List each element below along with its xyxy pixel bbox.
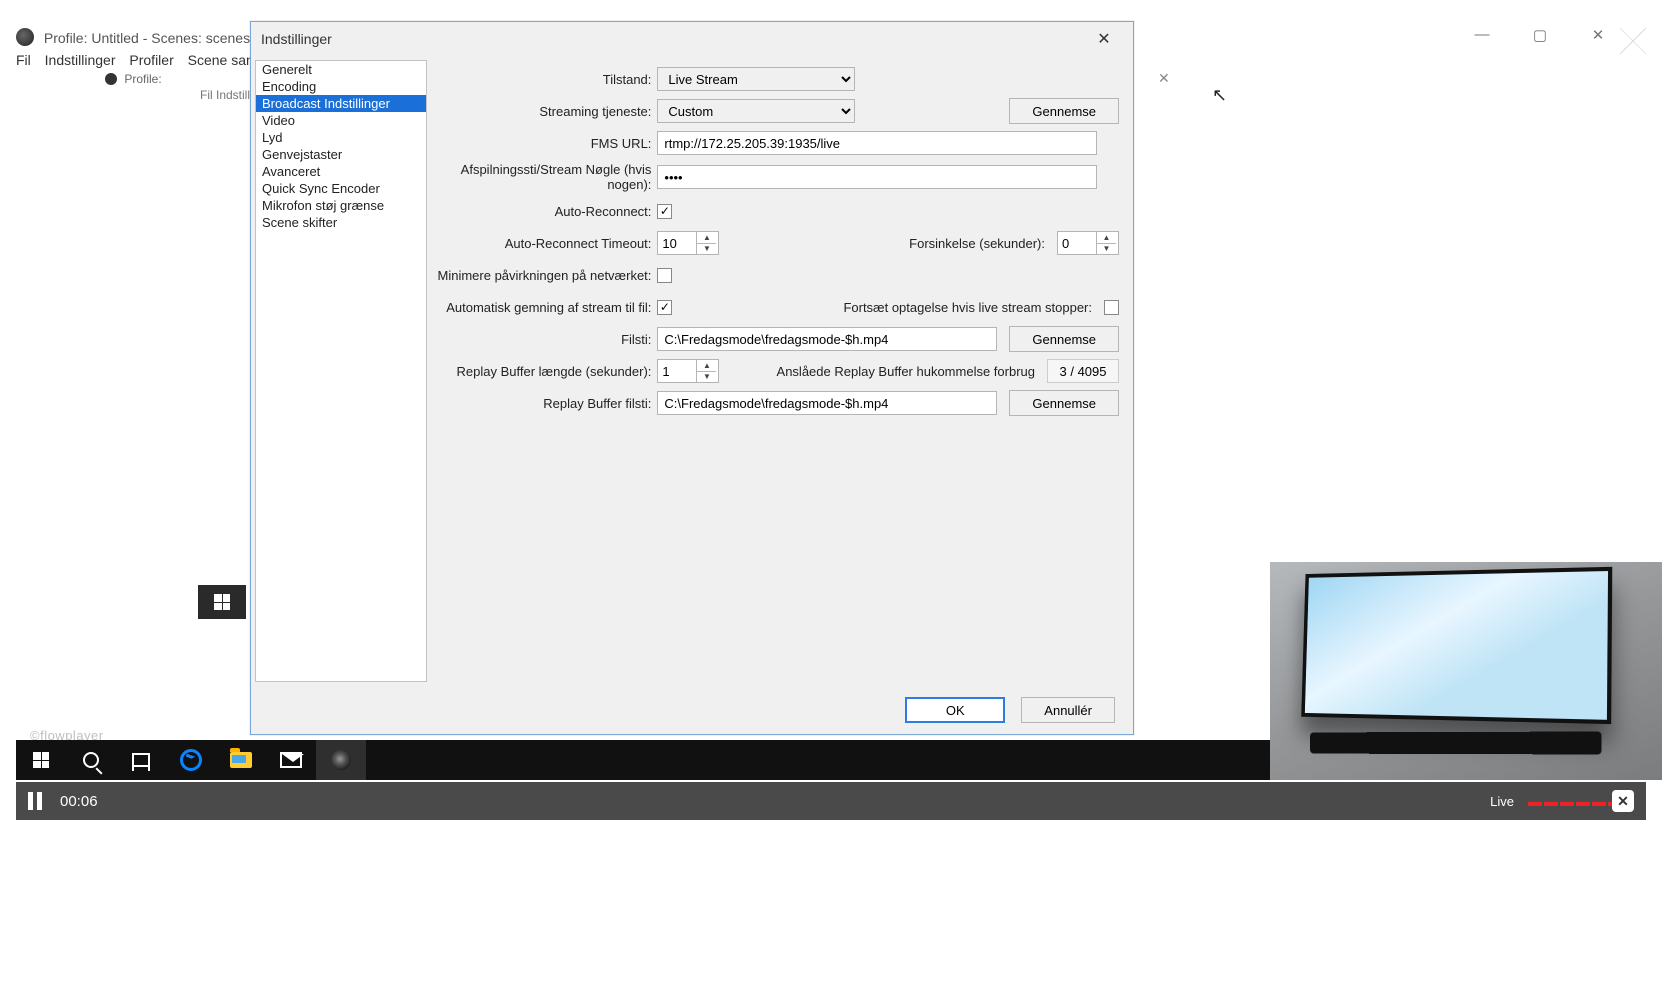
label-service: Streaming tjeneste: [437, 104, 657, 119]
stepper-down-icon[interactable]: ▼ [1097, 244, 1116, 255]
taskbar-edge-button[interactable] [166, 740, 216, 780]
dialog-footer: OK Annullér [251, 686, 1133, 734]
sidebar-item-mikrofon[interactable]: Mikrofon støj grænse [256, 197, 426, 214]
auto-timeout-stepper[interactable]: ▲▼ [657, 231, 719, 255]
taskview-icon [132, 753, 150, 767]
menu-fil[interactable]: Fil [16, 52, 31, 68]
bg-nested-menu: Fil Indstill [200, 88, 250, 102]
taskbar-taskview-button[interactable] [116, 740, 166, 780]
pip-monitor [1301, 567, 1612, 724]
auto-reconnect-checkbox[interactable] [657, 204, 672, 219]
cursor-icon: ↖ [1212, 85, 1227, 106]
browse-path-button[interactable]: Gennemse [1009, 326, 1119, 352]
player-close-button[interactable]: ✕ [1612, 790, 1634, 812]
label-path: Filsti: [437, 332, 657, 347]
taskbar-start-button[interactable] [16, 740, 66, 780]
cancel-button[interactable]: Annullér [1021, 697, 1115, 723]
bg-nested-window: Profile: [105, 72, 162, 86]
menu-profiler[interactable]: Profiler [129, 52, 173, 68]
sidebar-item-lyd[interactable]: Lyd [256, 129, 426, 146]
auto-save-checkbox[interactable] [657, 300, 672, 315]
sidebar-item-video[interactable]: Video [256, 112, 426, 129]
search-icon [83, 752, 99, 768]
stepper-up-icon[interactable]: ▲ [1097, 232, 1116, 244]
taskbar-mail-button[interactable] [266, 740, 316, 780]
keep-rec-checkbox[interactable] [1104, 300, 1119, 315]
min-net-checkbox[interactable] [657, 268, 672, 283]
bg-title-text: Profile: Untitled - Scenes: scenes - Op [44, 30, 281, 46]
windows-icon [214, 594, 230, 610]
taskbar-obs-button[interactable] [316, 740, 366, 780]
bg-menubar: Fil Indstillinger Profiler Scene samling [16, 52, 289, 68]
mail-icon [280, 752, 302, 768]
windows-taskbar [16, 740, 1368, 780]
stepper-up-icon[interactable]: ▲ [697, 232, 716, 244]
stepper-down-icon[interactable]: ▼ [697, 244, 716, 255]
obs-mini-icon [105, 73, 117, 85]
stepper-up-icon[interactable]: ▲ [697, 360, 716, 372]
playback-time: 00:06 [60, 793, 98, 810]
menu-indstillinger[interactable]: Indstillinger [45, 52, 116, 68]
service-select[interactable]: Custom [657, 99, 855, 123]
start-tile[interactable] [198, 585, 246, 619]
label-delay: Forsinkelse (sekunder): [909, 236, 1051, 251]
label-min-net: Minimere påvirkningen på netværket: [437, 268, 657, 283]
buffer-len-stepper[interactable]: ▲▼ [657, 359, 719, 383]
label-auto-save: Automatisk gemning af stream til fil: [437, 300, 657, 315]
pause-button[interactable] [28, 792, 46, 810]
label-buf-mem: Anslåede Replay Buffer hukommelse forbru… [777, 364, 1041, 379]
label-buf-len: Replay Buffer længde (sekunder): [437, 364, 657, 379]
label-auto-reconnect: Auto-Reconnect: [437, 204, 657, 219]
obs-icon [331, 750, 351, 770]
sidebar-item-scene-skifter[interactable]: Scene skifter [256, 214, 426, 231]
live-indicator: Live [1490, 794, 1514, 809]
label-keep-rec: Fortsæt optagelse hvis live stream stopp… [843, 300, 1098, 315]
mode-select[interactable]: Live Stream [657, 67, 855, 91]
dialog-title: Indstillinger [261, 31, 332, 47]
sidebar-item-genvejstaster[interactable]: Genvejstaster [256, 146, 426, 163]
sidebar-item-quicksync[interactable]: Quick Sync Encoder [256, 180, 426, 197]
delay-stepper[interactable]: ▲▼ [1057, 231, 1119, 255]
stepper-down-icon[interactable]: ▼ [697, 372, 716, 383]
stream-key-input[interactable] [657, 165, 1097, 189]
bg-window-title: Profile: Untitled - Scenes: scenes - Op [16, 28, 281, 46]
file-path-input[interactable] [657, 327, 997, 351]
obs-app-icon [16, 28, 34, 46]
folder-icon [230, 752, 252, 768]
sidebar-item-generelt[interactable]: Generelt [256, 61, 426, 78]
video-player-bar: 00:06 Live ▬▬▬▬▬▬ ✕ [16, 782, 1646, 820]
live-preview-pip [1270, 562, 1662, 780]
sidebar-item-avanceret[interactable]: Avanceret [256, 163, 426, 180]
windows-icon [33, 752, 49, 768]
label-mode: Tilstand: [437, 72, 657, 87]
settings-dialog: Indstillinger ✕ ↖ Generelt Encoding Broa… [250, 21, 1134, 735]
edge-icon [180, 749, 202, 771]
browse-buffer-button[interactable]: Gennemse [1009, 390, 1119, 416]
live-seek[interactable]: ▬▬▬▬▬▬ [1528, 798, 1598, 804]
sidebar-item-encoding[interactable]: Encoding [256, 78, 426, 95]
label-key: Afspilningssti/Stream Nøgle (hvis nogen)… [437, 162, 657, 192]
settings-sidebar: Generelt Encoding Broadcast Indstillinge… [255, 60, 427, 682]
pip-monitor-stand [1310, 732, 1602, 755]
label-buf-path: Replay Buffer filsti: [437, 396, 657, 411]
close-icon[interactable]: ✕ [1584, 26, 1612, 44]
taskbar-explorer-button[interactable] [216, 740, 266, 780]
label-auto-timeout: Auto-Reconnect Timeout: [437, 236, 657, 251]
label-fms: FMS URL: [437, 136, 657, 151]
bg-window-controls: — ▢ ✕ [1468, 26, 1612, 44]
bg-tab-close-icon[interactable]: ✕ [1158, 70, 1170, 87]
buffer-path-input[interactable] [657, 391, 997, 415]
fms-url-input[interactable] [657, 131, 1097, 155]
settings-content: Tilstand: Live Stream Streaming tjeneste… [431, 56, 1133, 686]
minimize-icon[interactable]: — [1468, 26, 1496, 44]
sidebar-item-broadcast[interactable]: Broadcast Indstillinger [256, 95, 426, 112]
browse-service-button[interactable]: Gennemse [1009, 98, 1119, 124]
maximize-icon[interactable]: ▢ [1526, 26, 1554, 44]
taskbar-search-button[interactable] [66, 740, 116, 780]
buffer-mem-value: 3 / 4095 [1047, 359, 1119, 383]
ok-button[interactable]: OK [905, 697, 1005, 723]
corner-resize-icon [1620, 28, 1646, 54]
dialog-close-button[interactable]: ✕ [1085, 26, 1123, 52]
